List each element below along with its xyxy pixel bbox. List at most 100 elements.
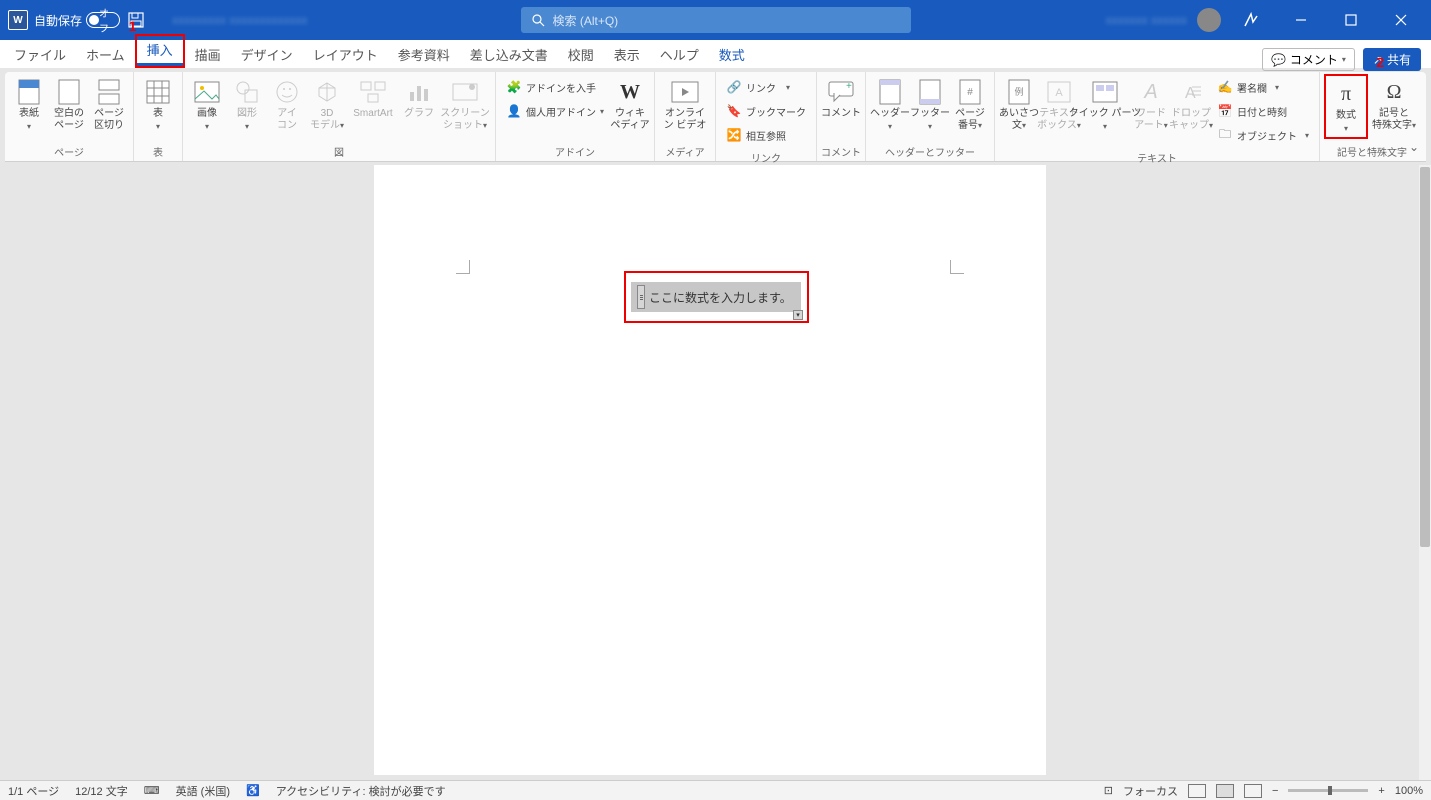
focus-icon: ⊡ bbox=[1104, 784, 1113, 797]
read-mode-button[interactable] bbox=[1188, 784, 1206, 798]
maximize-button[interactable] bbox=[1331, 5, 1371, 35]
tab-home[interactable]: ホーム bbox=[76, 41, 135, 68]
page-number-button[interactable]: # ページ番号▾ bbox=[950, 74, 990, 136]
crossref-icon: 🔀 bbox=[726, 127, 742, 143]
quick-parts-button[interactable]: クイック パーツ ▾ bbox=[1079, 74, 1131, 135]
object-icon: 🗀 bbox=[1217, 127, 1233, 143]
blank-page-button[interactable]: 空白のページ bbox=[49, 74, 89, 136]
document-canvas[interactable]: ここに数式を入力します。 ▾ bbox=[0, 165, 1419, 780]
minimize-button[interactable] bbox=[1281, 5, 1321, 35]
footer-button[interactable]: フッター ▾ bbox=[910, 74, 950, 135]
pictures-button[interactable]: 画像 ▾ bbox=[187, 74, 227, 135]
icons-button[interactable]: アイコン bbox=[267, 74, 307, 136]
scrollbar-thumb[interactable] bbox=[1420, 167, 1430, 547]
page-1[interactable]: ここに数式を入力します。 ▾ bbox=[374, 165, 1046, 775]
autosave-toggle[interactable]: 自動保存 オフ bbox=[34, 12, 120, 29]
group-tables-label: 表 bbox=[134, 144, 182, 161]
wordart-button[interactable]: A ワードアート▾ bbox=[1131, 74, 1171, 136]
equation-drag-handle[interactable] bbox=[637, 285, 645, 309]
equation-dropdown-button[interactable]: ▾ bbox=[793, 310, 803, 320]
diagnose-icon[interactable] bbox=[1231, 5, 1271, 35]
tab-layout[interactable]: レイアウト bbox=[303, 41, 388, 68]
tab-design[interactable]: デザイン bbox=[231, 41, 303, 68]
wikipedia-button[interactable]: W ウィキペディア bbox=[610, 74, 650, 136]
tab-file[interactable]: ファイル bbox=[4, 41, 76, 68]
personal-addins-button[interactable]: 👤個人用アドイン▾ bbox=[506, 100, 604, 122]
web-layout-button[interactable] bbox=[1244, 784, 1262, 798]
ribbon-collapse-button[interactable]: ⌄ bbox=[1409, 140, 1419, 154]
close-button[interactable] bbox=[1381, 5, 1421, 35]
equation-field[interactable]: ここに数式を入力します。 ▾ bbox=[631, 282, 801, 312]
chevron-down-icon: ▾ bbox=[245, 122, 249, 131]
online-video-button[interactable]: オンライン ビデオ bbox=[659, 74, 711, 136]
table-button[interactable]: 表 ▾ bbox=[138, 74, 178, 135]
zoom-in-button[interactable]: + bbox=[1378, 785, 1384, 797]
pictures-icon bbox=[193, 78, 221, 106]
vertical-scrollbar[interactable] bbox=[1419, 165, 1431, 780]
smartart-button[interactable]: SmartArt bbox=[347, 74, 399, 124]
search-box[interactable]: 検索 (Alt+Q) bbox=[521, 7, 911, 33]
user-avatar[interactable] bbox=[1197, 8, 1221, 32]
greeting-button[interactable]: 例 あいさつ文▾ bbox=[999, 74, 1039, 136]
link-button[interactable]: 🔗リンク▾ bbox=[726, 76, 806, 98]
table-icon bbox=[144, 78, 172, 106]
chevron-down-icon: ▾ bbox=[1103, 122, 1107, 131]
status-accessibility[interactable]: アクセシビリティ: 検討が必要です bbox=[276, 783, 446, 799]
cover-page-button[interactable]: 表紙 ▾ bbox=[9, 74, 49, 135]
chart-button[interactable]: グラフ bbox=[399, 74, 439, 124]
header-icon bbox=[876, 78, 904, 106]
header-button[interactable]: ヘッダー ▾ bbox=[870, 74, 910, 135]
status-language[interactable]: 英語 (米国) bbox=[176, 783, 230, 799]
status-words[interactable]: 12/12 文字 bbox=[75, 783, 128, 799]
zoom-slider[interactable] bbox=[1288, 789, 1368, 792]
comment-button[interactable]: + コメント bbox=[821, 74, 861, 124]
print-layout-button[interactable] bbox=[1216, 784, 1234, 798]
status-page[interactable]: 1/1 ページ bbox=[8, 783, 59, 799]
group-addins-label: アドイン bbox=[496, 144, 654, 161]
callout-2: 2 bbox=[1376, 54, 1384, 70]
zoom-out-button[interactable]: − bbox=[1272, 785, 1278, 797]
tab-review[interactable]: 校閲 bbox=[558, 41, 604, 68]
get-addins-button[interactable]: 🧩アドインを入手 bbox=[506, 76, 604, 98]
tab-references[interactable]: 参考資料 bbox=[388, 41, 460, 68]
shapes-button[interactable]: 図形 ▾ bbox=[227, 74, 267, 135]
wikipedia-icon: W bbox=[616, 78, 644, 106]
accessibility-icon: ♿ bbox=[246, 784, 260, 797]
datetime-button[interactable]: 📅日付と時刻 bbox=[1217, 100, 1309, 122]
tab-equation[interactable]: 数式 bbox=[709, 41, 755, 68]
page-break-button[interactable]: ページ区切り bbox=[89, 74, 129, 136]
bookmark-icon: 🔖 bbox=[726, 103, 742, 119]
tab-help[interactable]: ヘルプ bbox=[650, 41, 709, 68]
focus-mode-button[interactable]: フォーカス bbox=[1123, 783, 1178, 799]
chevron-down-icon: ▾ bbox=[1305, 131, 1309, 140]
comment-icon: + bbox=[827, 78, 855, 106]
tab-mailings[interactable]: 差し込み文書 bbox=[460, 41, 558, 68]
signature-button[interactable]: ✍署名欄▾ bbox=[1217, 76, 1309, 98]
svg-text:A: A bbox=[1185, 85, 1196, 102]
bookmark-button[interactable]: 🔖ブックマーク bbox=[726, 100, 806, 122]
cross-reference-button[interactable]: 🔀相互参照 bbox=[726, 124, 806, 146]
user-name: xxxxxxx xxxxxx bbox=[1106, 13, 1187, 27]
tab-view[interactable]: 表示 bbox=[604, 41, 650, 68]
group-illustrations-label: 図 bbox=[183, 144, 495, 161]
group-pages-label: ページ bbox=[5, 144, 133, 161]
dropcap-icon: A bbox=[1177, 78, 1205, 106]
share-button[interactable]: ↗ 共有 bbox=[1363, 48, 1421, 71]
comments-button[interactable]: 💬 コメント ▾ bbox=[1262, 48, 1355, 71]
tab-draw[interactable]: 描画 bbox=[185, 41, 231, 68]
ribbon: 表紙 ▾ 空白のページ ページ区切り ページ 表 ▾ 表 bbox=[5, 72, 1426, 162]
document-name[interactable]: xxxxxxxxx xxxxxxxxxxxxx bbox=[172, 13, 307, 27]
chevron-down-icon: ▾ bbox=[1342, 55, 1346, 64]
dropcap-button[interactable]: A ドロップキャップ▾ bbox=[1171, 74, 1211, 136]
chevron-down-icon: ▾ bbox=[156, 122, 160, 131]
symbol-button[interactable]: Ω 記号と特殊文字▾ bbox=[1368, 74, 1420, 136]
equation-button[interactable]: π 数式 ▾ bbox=[1326, 76, 1366, 137]
object-button[interactable]: 🗀オブジェクト▾ bbox=[1217, 124, 1309, 146]
zoom-percent[interactable]: 100% bbox=[1395, 785, 1423, 797]
group-hf-label: ヘッダーとフッター bbox=[866, 144, 994, 161]
search-icon bbox=[531, 13, 545, 27]
3d-models-button[interactable]: 3Dモデル▾ bbox=[307, 74, 347, 136]
textbox-button[interactable]: A テキストボックス▾ bbox=[1039, 74, 1079, 136]
screenshot-button[interactable]: スクリーンショット▾ bbox=[439, 74, 491, 136]
tab-insert[interactable]: 挿入 bbox=[137, 36, 183, 66]
